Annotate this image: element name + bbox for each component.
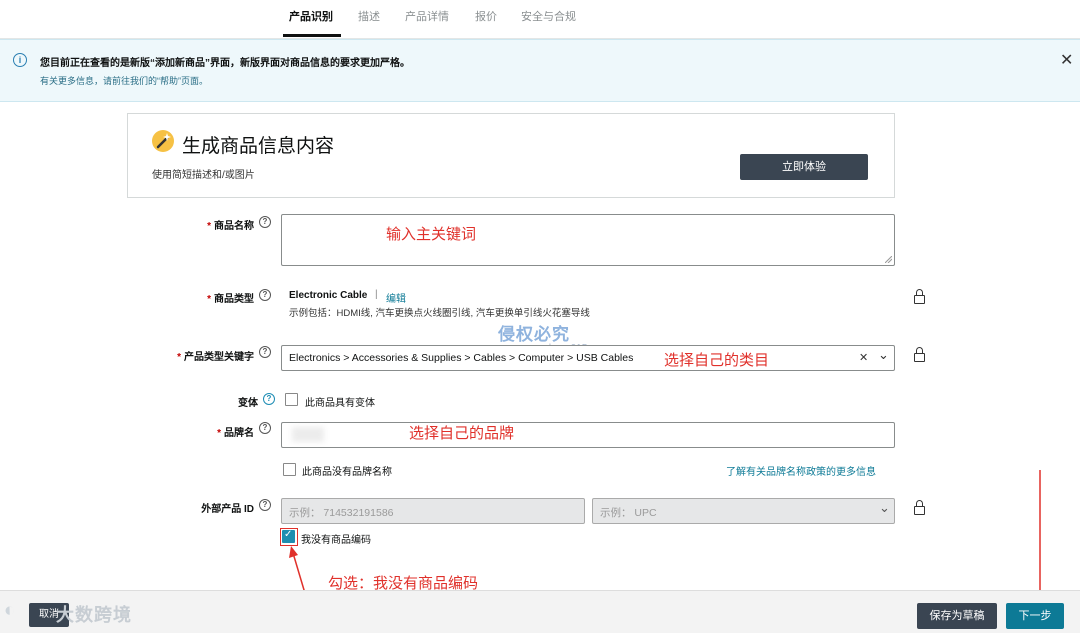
banner-help-link[interactable]: 有关更多信息，请前往我们的“帮助”页面。 [40,74,208,87]
tab-product-identity[interactable]: 产品识别 [289,8,333,24]
external-id-input[interactable]: 示例： 714532191586 [281,498,585,524]
external-id-type-select[interactable]: 示例： UPC ⌄ [592,498,895,524]
help-icon[interactable]: ? [259,346,271,358]
banner-message: 您目前正在查看的是新版“添加新商品”界面，新版界面对商品信息的要求更加严格。 [40,58,410,69]
try-now-button[interactable]: 立即体验 [740,154,868,180]
type-keyword-select[interactable]: Electronics > Accessories & Supplies > C… [281,345,895,371]
help-icon[interactable]: ? [259,216,271,228]
blurred-brand [292,427,324,442]
no-product-code-label: 我没有商品编码 [301,535,371,546]
id-type-placeholder: 示例： UPC [600,507,657,519]
tab-product-details[interactable]: 产品详情 [405,8,449,24]
product-name-label: * 商品名称 [207,221,254,232]
watermark-logo-text: 大数跨境 [56,605,132,625]
chevron-down-icon[interactable]: ⌄ [878,347,889,363]
separator: | [375,289,378,300]
close-icon[interactable]: ✕ [1060,50,1073,70]
variation-label: 变体 [238,398,258,409]
help-icon[interactable]: ? [263,393,275,405]
annotation-brand: 选择自己的品牌 [409,425,515,442]
annotation-product-name: 输入主关键词 [386,226,477,243]
help-icon[interactable]: ? [259,289,271,301]
type-keyword-label: * 产品类型关键字 [177,352,254,363]
brand-policy-link[interactable]: 了解有关品牌名称政策的更多信息 [726,463,876,478]
generate-content-panel: 生成商品信息内容 使用简短描述和/或图片 立即体验 [127,113,895,198]
help-icon[interactable]: ? [259,499,271,511]
no-brand-label: 此商品没有品牌名称 [302,467,392,478]
chevron-down-icon[interactable]: ⌄ [879,500,890,516]
lock-icon [914,347,925,362]
help-icon[interactable]: ? [259,422,271,434]
tab-safety-compliance[interactable]: 安全与合规 [521,8,576,24]
product-type-value: Electronic Cable [289,290,368,301]
type-keyword-value: Electronics > Accessories & Supplies > C… [289,352,634,364]
active-tab-underline [283,34,341,37]
tab-bar: 产品识别 描述 产品详情 报价 安全与合规 [0,0,1080,39]
logo-icon: ◐ [4,600,16,621]
product-type-example: 示例包括：HDMI线, 汽车更换点火线圈引线, 汽车更换单引线火花塞导线 [289,308,590,319]
generate-title: 生成商品信息内容 [182,136,335,157]
variation-checkbox-label: 此商品具有变体 [305,398,375,409]
edit-product-type-link[interactable]: 编辑 [386,290,406,305]
external-id-label: 外部产品 ID [201,504,254,515]
save-draft-button[interactable]: 保存为草稿 [917,603,997,629]
tab-description[interactable]: 描述 [358,8,380,24]
watermark-text: 侵权必究 [498,325,570,344]
info-banner: i 您目前正在查看的是新版“添加新商品”界面，新版界面对商品信息的要求更加严格。… [0,39,1080,102]
tab-offer[interactable]: 报价 [475,8,497,24]
product-type-label: * 商品类型 [207,294,254,305]
next-button[interactable]: 下一步 [1006,603,1064,629]
lock-icon [914,500,925,515]
product-name-input[interactable] [281,214,895,266]
generate-subtitle: 使用简短描述和/或图片 [152,170,255,181]
info-icon: i [13,53,27,67]
external-id-placeholder: 示例： 714532191586 [289,507,394,519]
clear-icon[interactable]: ✕ [859,351,868,364]
magic-wand-icon [152,130,174,152]
no-product-code-checkbox[interactable] [282,529,295,543]
footer-bar: 取消 保存为草稿 下一步 [0,590,1080,633]
brand-input[interactable] [281,422,895,448]
brand-label: * 品牌名 [217,428,254,439]
no-brand-checkbox[interactable] [283,463,296,476]
lock-icon [914,289,925,304]
annotation-category: 选择自己的类目 [664,352,770,369]
variation-checkbox[interactable] [285,393,298,406]
